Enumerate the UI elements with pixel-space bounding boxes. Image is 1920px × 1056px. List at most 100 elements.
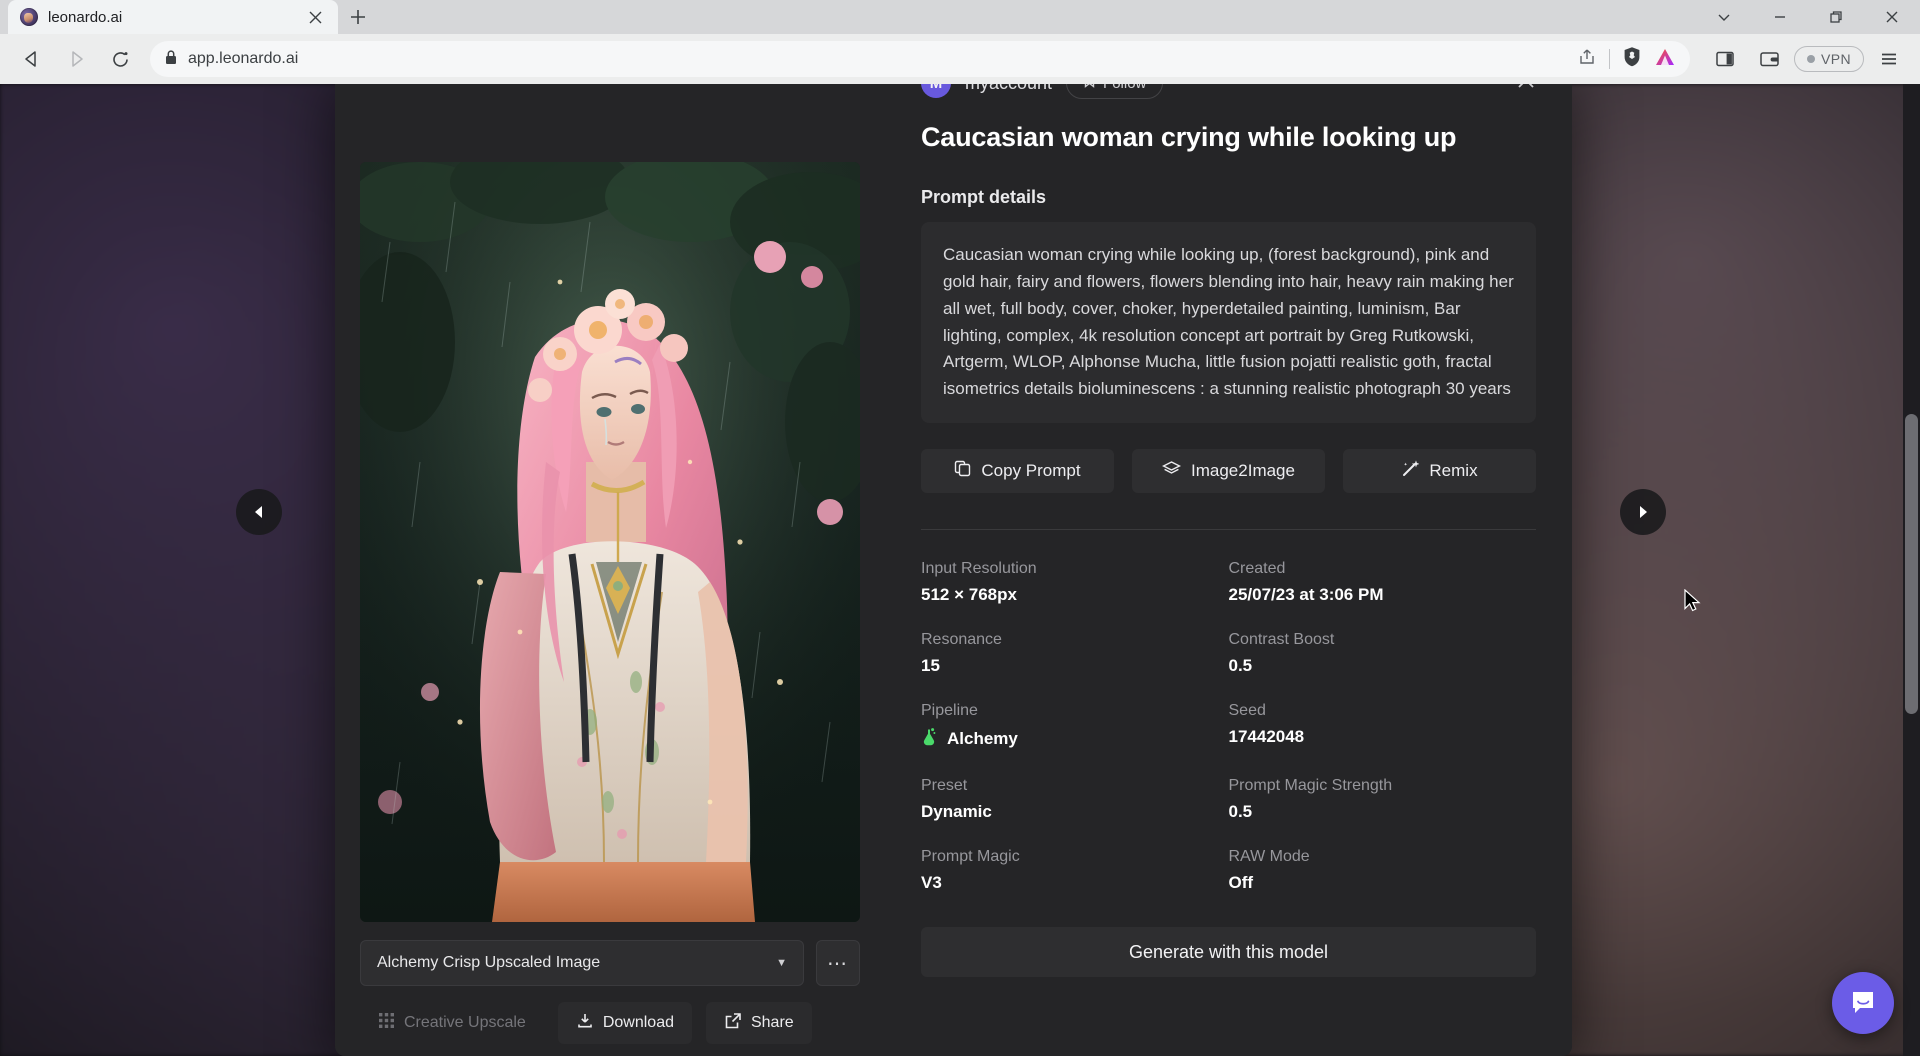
divider	[921, 529, 1536, 530]
vpn-label: VPN	[1821, 51, 1851, 67]
generate-with-model-button[interactable]: Generate with this model	[921, 927, 1536, 977]
page-scrollbar[interactable]	[1903, 84, 1920, 1056]
grid-icon	[378, 1012, 395, 1034]
metadata-grid: Input Resolution 512 × 768px Created 25/…	[921, 560, 1536, 893]
avatar: M	[921, 84, 951, 98]
restore-icon[interactable]	[1808, 0, 1864, 34]
prompt-actions: Copy Prompt Image2Image Remix	[921, 449, 1536, 493]
share-label: Share	[751, 1014, 794, 1032]
metadata-label: Created	[1229, 560, 1537, 578]
page-scrollbar-thumb[interactable]	[1905, 414, 1918, 714]
download-button[interactable]: Download	[558, 1002, 692, 1044]
generate-label: Generate with this model	[1129, 942, 1328, 963]
close-window-icon[interactable]	[1864, 0, 1920, 34]
leonardo-logo-icon	[20, 8, 38, 26]
support-chat-button[interactable]	[1832, 972, 1894, 1034]
variant-label: Alchemy Crisp Upscaled Image	[377, 954, 600, 972]
brave-shield-icon[interactable]	[1622, 46, 1642, 72]
owner-name[interactable]: myaccount	[965, 84, 1052, 94]
copy-icon	[954, 460, 971, 482]
page-title: Caucasian woman crying while looking up	[921, 122, 1536, 153]
chevron-down-icon: ▼	[776, 957, 787, 969]
vpn-badge[interactable]: VPN	[1794, 46, 1864, 72]
share-icon[interactable]	[1577, 47, 1597, 72]
metadata-value: V3	[921, 873, 1229, 893]
chat-bubble-icon	[1848, 988, 1878, 1018]
metadata-label: Prompt Magic	[921, 848, 1229, 866]
download-icon	[576, 1012, 594, 1035]
layers-icon	[1162, 460, 1181, 482]
metadata-value: 512 × 768px	[921, 585, 1229, 605]
metadata-item: Created 25/07/23 at 3:06 PM	[1229, 560, 1537, 605]
metadata-label: RAW Mode	[1229, 848, 1537, 866]
minimize-icon[interactable]	[1752, 0, 1808, 34]
metadata-item: Prompt Magic V3	[921, 848, 1229, 893]
forward-arrow-icon	[56, 39, 96, 79]
browser-window: leonardo.ai	[0, 0, 1920, 1056]
image2image-label: Image2Image	[1191, 461, 1295, 481]
details-column: M myaccount Follow Caucasian woman cryin…	[885, 84, 1572, 1056]
chevron-down-icon[interactable]	[1696, 0, 1752, 34]
metadata-value: 15	[921, 656, 1229, 676]
reload-icon[interactable]	[100, 39, 140, 79]
address-bar[interactable]: app.leonardo.ai	[150, 41, 1690, 77]
share-button[interactable]: Share	[706, 1002, 812, 1044]
pipeline-value: Alchemy	[947, 729, 1018, 749]
prompt-text: Caucasian woman crying while looking up,…	[921, 222, 1536, 423]
metadata-label: Seed	[1229, 702, 1537, 720]
plus-icon[interactable]	[338, 0, 378, 34]
metadata-item: Contrast Boost 0.5	[1229, 631, 1537, 676]
variant-select[interactable]: Alchemy Crisp Upscaled Image ▼	[360, 940, 804, 986]
copy-prompt-button[interactable]: Copy Prompt	[921, 449, 1114, 493]
metadata-value: 17442048	[1229, 727, 1537, 747]
wallet-icon[interactable]	[1750, 40, 1788, 78]
metadata-value: 0.5	[1229, 802, 1537, 822]
remix-label: Remix	[1429, 461, 1477, 481]
metadata-label: Prompt Magic Strength	[1229, 777, 1537, 795]
variant-selector-row: Alchemy Crisp Upscaled Image ▼ ⋯	[360, 940, 860, 986]
mouse-cursor	[1684, 589, 1702, 620]
metadata-label: Input Resolution	[921, 560, 1229, 578]
back-arrow-icon[interactable]	[12, 39, 52, 79]
sidebar-panel-icon[interactable]	[1706, 40, 1744, 78]
tab-title: leonardo.ai	[48, 9, 294, 26]
image-actions-row: Creative Upscale Download Share	[360, 1002, 860, 1044]
metadata-label: Preset	[921, 777, 1229, 795]
download-label: Download	[603, 1014, 674, 1032]
vpn-status-dot	[1807, 55, 1815, 63]
gallery-prev-button[interactable]	[236, 489, 282, 535]
creative-upscale-button[interactable]: Creative Upscale	[360, 1002, 544, 1044]
browser-toolbar: app.leonardo.ai	[0, 34, 1920, 84]
metadata-item: Preset Dynamic	[921, 777, 1229, 822]
metadata-item: Prompt Magic Strength 0.5	[1229, 777, 1537, 822]
close-icon[interactable]	[1516, 84, 1536, 96]
metadata-value: Dynamic	[921, 802, 1229, 822]
metadata-label: Resonance	[921, 631, 1229, 649]
remix-button[interactable]: Remix	[1343, 449, 1536, 493]
hamburger-menu-icon[interactable]	[1870, 40, 1908, 78]
more-dots-icon[interactable]: ⋯	[816, 940, 860, 986]
toolbar-right: VPN	[1700, 40, 1908, 78]
brave-triangle-icon[interactable]	[1654, 47, 1676, 72]
alchemy-flask-icon	[921, 727, 938, 751]
gallery-next-button[interactable]	[1620, 489, 1666, 535]
tab-strip: leonardo.ai	[0, 0, 1920, 34]
metadata-item: Resonance 15	[921, 631, 1229, 676]
metadata-item-pipeline: Pipeline Alchemy	[921, 702, 1229, 751]
page-viewport: Alchemy Crisp Upscaled Image ▼ ⋯ Creativ…	[0, 84, 1920, 1056]
metadata-value-wrap: Alchemy	[921, 727, 1229, 751]
generated-image[interactable]	[360, 162, 860, 922]
image-detail-modal: Alchemy Crisp Upscaled Image ▼ ⋯ Creativ…	[335, 84, 1572, 1056]
magic-wand-icon	[1401, 460, 1419, 483]
metadata-item: Seed 17442048	[1229, 702, 1537, 751]
follow-button[interactable]: Follow	[1066, 84, 1163, 99]
divider	[1609, 49, 1610, 69]
browser-tab[interactable]: leonardo.ai	[8, 0, 338, 34]
metadata-label: Pipeline	[921, 702, 1229, 720]
bookmark-icon	[1083, 84, 1096, 92]
copy-prompt-label: Copy Prompt	[981, 461, 1080, 481]
window-controls	[1696, 0, 1920, 34]
metadata-value: 25/07/23 at 3:06 PM	[1229, 585, 1537, 605]
close-icon[interactable]	[304, 6, 326, 28]
image2image-button[interactable]: Image2Image	[1132, 449, 1325, 493]
